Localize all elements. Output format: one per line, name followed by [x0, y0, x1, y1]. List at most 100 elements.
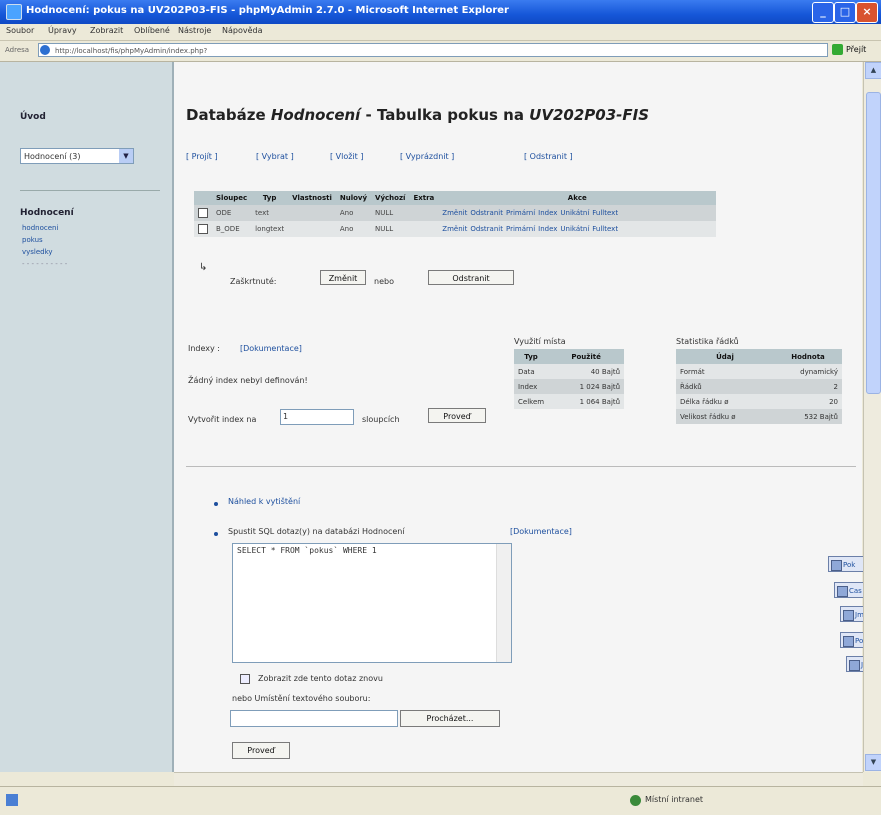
change-selected-button[interactable]: Změnit [320, 270, 366, 285]
file-path-input[interactable] [230, 710, 398, 727]
col-header: Akce [438, 191, 717, 205]
table-row: B_ODE longtext Ano NULL Změnit Odstranit P… [194, 221, 717, 237]
drop-selected-button[interactable]: Odstranit [428, 270, 514, 285]
create-index-button[interactable]: Proveď [428, 408, 486, 423]
action-primary-link[interactable]: Primární [506, 225, 535, 233]
indexes-doc-link[interactable]: [Dokumentace] [240, 344, 302, 353]
table-row: ODE text Ano NULL Změnit Odstranit Primárn… [194, 205, 717, 221]
show-again-checkbox[interactable] [240, 674, 250, 684]
show-again-label: Zobrazit zde tento dotaz znovu [258, 674, 383, 683]
close-button[interactable]: × [856, 2, 878, 23]
sql-query-label: Spustit SQL dotaz(y) na databázi Hodnoce… [228, 527, 405, 536]
browse-button[interactable]: Procházet... [400, 710, 500, 727]
window-icon [831, 560, 842, 571]
index-columns-input[interactable]: 1 [280, 409, 354, 425]
cell-key: Řádků [676, 379, 774, 394]
structure-table: Sloupec Typ Vlastnosti Nulový Výchozí Ex… [194, 191, 717, 237]
vertical-scrollbar[interactable]: ▲ ▼ [863, 62, 881, 772]
go-button[interactable]: Přejít [832, 43, 878, 57]
menu-help[interactable]: Nápověda [222, 26, 263, 35]
scroll-thumb[interactable] [866, 92, 881, 394]
sidebar-home-link[interactable]: Úvod [20, 112, 46, 122]
row-checkbox[interactable] [198, 208, 208, 218]
sidebar-db-name[interactable]: Hodnocení [20, 208, 74, 218]
col-header: Použité [548, 349, 625, 364]
tab-empty[interactable]: [ Vyprázdnit ] [400, 152, 454, 161]
action-drop-link[interactable]: Odstranit [470, 225, 503, 233]
cell-type: longtext [251, 221, 289, 237]
action-change-link[interactable]: Změnit [442, 209, 467, 217]
row-stats-title: Statistika řádků [676, 337, 739, 346]
cell-extra [409, 221, 439, 237]
cell-type: Index [514, 379, 549, 394]
cell-value: 1 024 Bajtů [548, 379, 625, 394]
header-checkbox [194, 191, 212, 205]
cell-type: Celkem [514, 394, 549, 409]
cell-default: NULL [371, 205, 410, 221]
menu-edit[interactable]: Úpravy [48, 26, 77, 35]
tab-insert[interactable]: [ Vložit ] [330, 152, 363, 161]
maximize-button[interactable]: □ [834, 2, 856, 23]
run-query-button[interactable]: Proveď [232, 742, 290, 759]
page-status-icon [6, 794, 18, 806]
cell-actions: Změnit Odstranit Primární Index Unikátní Full… [438, 221, 717, 237]
action-primary-link[interactable]: Primární [506, 209, 535, 217]
address-input[interactable]: http://localhost/fis/phpMyAdmin/index.ph… [38, 43, 828, 57]
menu-file[interactable]: Soubor [6, 26, 34, 35]
title-bar: Hodnocení: pokus na UV202P03-FIS - phpMy… [0, 0, 881, 24]
space-usage-table: Typ Použité Data 40 Bajtů Index 1 024 Ba… [514, 349, 625, 409]
action-change-link[interactable]: Změnit [442, 225, 467, 233]
query-window-tab[interactable]: Pok [828, 556, 868, 572]
tab-select[interactable]: [ Vybrat ] [256, 152, 294, 161]
action-unique-link[interactable]: Unikátní [560, 225, 589, 233]
address-label: Adresa [5, 46, 30, 54]
cell-null: Ano [335, 205, 372, 221]
minimize-button[interactable]: _ [812, 2, 834, 23]
window-icon [837, 586, 848, 597]
cell-type: Data [514, 364, 549, 379]
horizontal-scrollbar[interactable] [174, 772, 863, 787]
address-bar: Adresa http://localhost/fis/phpMyAdmin/i… [0, 41, 881, 62]
scroll-down-icon[interactable]: ▼ [865, 754, 881, 771]
sidebar-table-separator: - - - - - - - - - - [22, 260, 68, 268]
cell-null: Ano [335, 221, 372, 237]
col-header: Hodnota [774, 349, 842, 364]
sidebar-table-link[interactable]: vysledky [22, 248, 53, 256]
action-drop-link[interactable]: Odstranit [470, 209, 503, 217]
action-index-link[interactable]: Index [538, 225, 557, 233]
sql-query-textarea[interactable]: SELECT * FROM `pokus` WHERE 1 [232, 543, 512, 663]
sql-doc-link[interactable]: [Dokumentace] [510, 527, 572, 536]
col-header: Nulový [335, 191, 372, 205]
scroll-up-icon[interactable]: ▲ [865, 62, 881, 79]
print-view-link[interactable]: Náhled k vytištění [228, 497, 300, 506]
action-fulltext-link[interactable]: Fulltext [592, 225, 618, 233]
sidebar-table-link[interactable]: hodnoceni [22, 224, 58, 232]
chevron-down-icon[interactable]: ▼ [119, 149, 133, 163]
sidebar-table-link[interactable]: pokus [22, 236, 43, 244]
col-header: Vlastnosti [288, 191, 336, 205]
col-header: Typ [251, 191, 289, 205]
columns-suffix-label: sloupcích [362, 415, 400, 424]
cell-value: 20 [774, 394, 842, 409]
cell-attrs [288, 205, 336, 221]
tab-browse[interactable]: [ Projít ] [186, 152, 218, 161]
database-select-value: Hodnocení (3) [24, 152, 81, 161]
menu-view[interactable]: Zobrazit [90, 26, 123, 35]
cell-value: 2 [774, 379, 842, 394]
row-checkbox[interactable] [198, 224, 208, 234]
action-unique-link[interactable]: Unikátní [560, 209, 589, 217]
action-index-link[interactable]: Index [538, 209, 557, 217]
menu-tools[interactable]: Nástroje [178, 26, 211, 35]
table-row: Index 1 024 Bajtů [514, 379, 625, 394]
table-row: Data 40 Bajtů [514, 364, 625, 379]
textarea-scrollbar[interactable] [496, 544, 511, 662]
window-icon [849, 660, 860, 671]
ie-icon [6, 4, 22, 20]
action-fulltext-link[interactable]: Fulltext [592, 209, 618, 217]
cell-key: Délka řádku ø [676, 394, 774, 409]
tab-drop[interactable]: [ Odstranit ] [524, 152, 573, 161]
sidebar-divider [20, 190, 160, 191]
menu-favorites[interactable]: Oblíbené [134, 26, 170, 35]
cell-key: Formát [676, 364, 774, 379]
database-select[interactable]: Hodnocení (3) ▼ [20, 148, 134, 164]
